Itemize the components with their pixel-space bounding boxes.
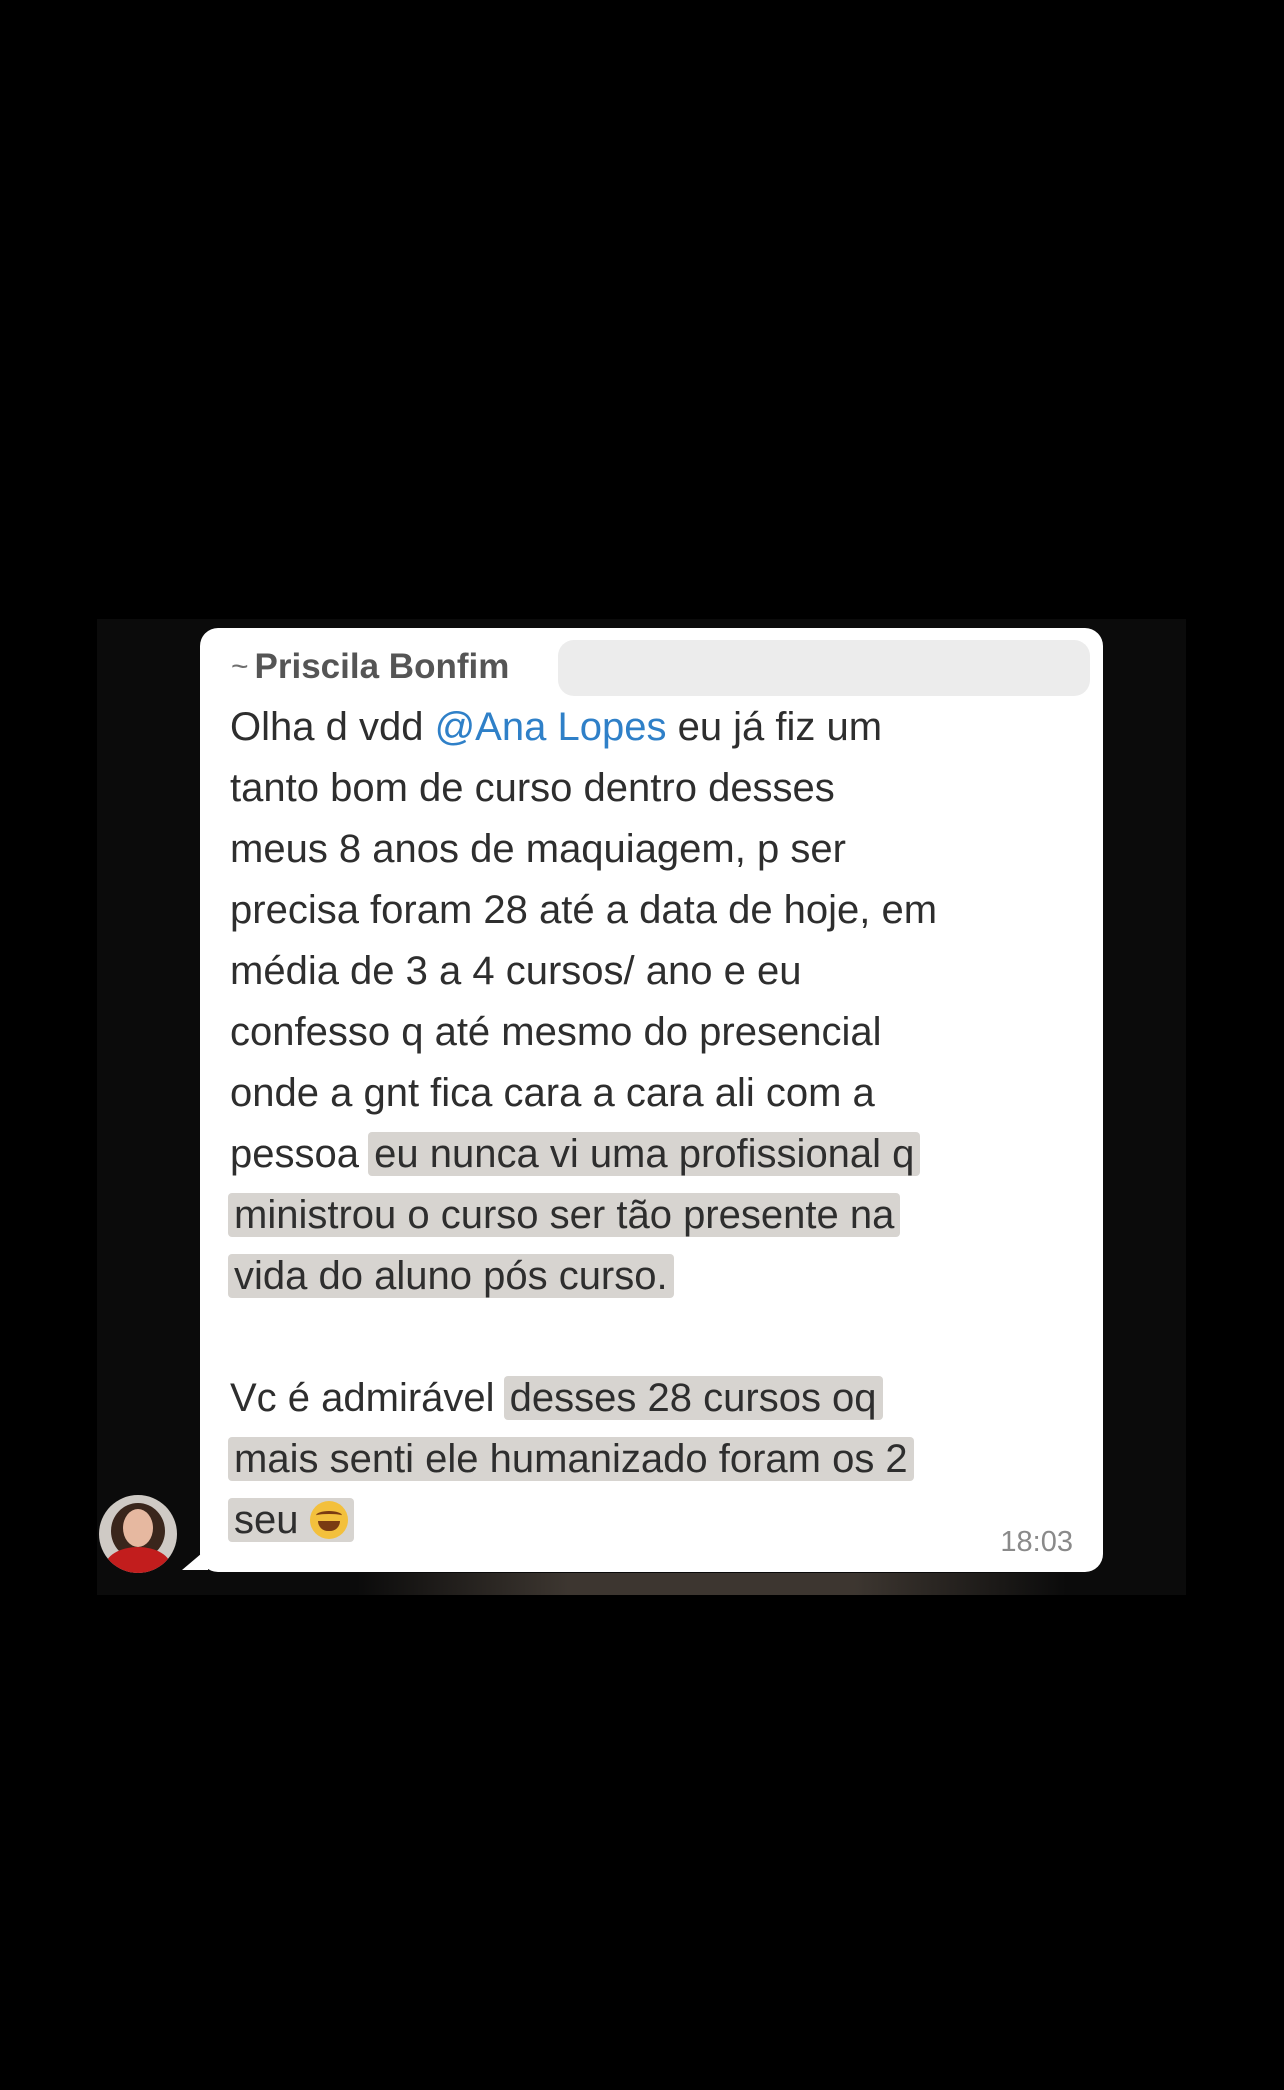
message-line: vida do aluno pós curso. <box>228 1252 674 1300</box>
message-bubble[interactable]: ~ Priscila Bonfim Olha d vdd @Ana Lopes … <box>200 628 1103 1572</box>
message-timestamp: 18:03 <box>1000 1526 1073 1558</box>
message-line: onde a gnt fica cara a cara ali com a <box>230 1071 875 1115</box>
message-line: ministrou o curso ser tão presente na <box>228 1191 901 1239</box>
message-line: seu <box>228 1496 354 1544</box>
message-line: confesso q até mesmo do presencial <box>230 1010 882 1054</box>
line-text: pessoa <box>230 1132 371 1176</box>
highlighted-text: seu <box>228 1498 354 1542</box>
avatar-face <box>123 1509 153 1547</box>
message-line: Olha d vdd @Ana Lopes eu já fiz um <box>230 703 882 751</box>
avatar-shirt <box>105 1547 171 1573</box>
highlighted-text: ministrou o curso ser tão presente na <box>228 1193 901 1237</box>
highlighted-text: mais senti ele humanizado foram os 2 <box>228 1437 914 1481</box>
message-line: tanto bom de curso dentro desses <box>230 766 835 810</box>
mention-link[interactable]: @Ana Lopes <box>435 705 667 749</box>
message-line: precisa foram 28 até a data de hoje, em <box>230 888 938 932</box>
message-line: pessoa eu nunca vi uma profissional q <box>230 1130 921 1178</box>
message-line: média de 3 a 4 cursos/ ano e eu <box>230 949 802 993</box>
sender-phone-redaction <box>558 640 1090 696</box>
laughing-emoji-icon <box>309 1501 348 1539</box>
message-line: mais senti ele humanizado foram os 2 <box>228 1435 914 1483</box>
highlighted-text: vida do aluno pós curso. <box>228 1254 674 1298</box>
panel-bottom-glow <box>357 1573 1066 1595</box>
message-line: meus 8 anos de maquiagem, p ser <box>230 827 846 871</box>
message-line: Vc é admirável desses 28 cursos oq <box>230 1374 883 1422</box>
line-text: seu <box>234 1498 310 1542</box>
highlighted-text: eu nunca vi uma profissional q <box>368 1132 921 1176</box>
line-text: eu já fiz um <box>666 705 883 749</box>
sender-row: ~ Priscila Bonfim <box>231 643 509 691</box>
line-text: Olha d vdd <box>230 705 435 749</box>
sender-prefix: ~ <box>231 650 249 683</box>
sender-name[interactable]: Priscila Bonfim <box>255 647 510 687</box>
highlighted-text: desses 28 cursos oq <box>503 1376 883 1420</box>
sender-avatar[interactable] <box>99 1495 177 1573</box>
line-text: Vc é admirável <box>230 1376 506 1420</box>
